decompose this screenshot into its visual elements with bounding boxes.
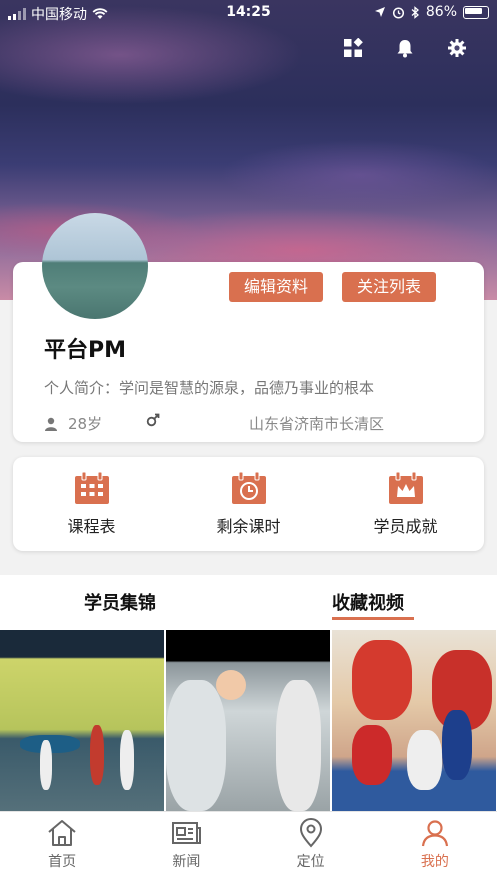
tabbar-label: 定位 [296,854,325,870]
tabbar-label: 我的 [420,854,449,870]
avatar[interactable] [42,213,148,319]
content-tabs: 学员集锦 收藏视频 [0,575,497,630]
location-icon [299,818,322,848]
alarm-icon [392,6,404,19]
bottom-tab-bar: 首页 新闻 定位 我的 [0,811,497,884]
battery-percent: 86% [425,4,457,20]
crown-calendar-icon [388,471,423,504]
active-tab-indicator [332,617,414,620]
tabbar-item-home[interactable]: 首页 [0,812,124,884]
battery-icon [463,5,489,19]
tabbar-label: 首页 [48,854,77,870]
tabbar-label: 新闻 [172,854,201,870]
age-value: 28岁 [68,415,103,433]
gear-icon[interactable] [447,38,467,58]
location-arrow-icon [374,7,385,17]
user-age: 28岁 [44,413,102,434]
video-thumbnail[interactable] [166,630,330,811]
menu-card: 课程表 剩余课时 学员成就 [13,457,484,551]
clock-calendar-icon [231,471,266,504]
tab-favorite-videos[interactable]: 收藏视频 [332,589,404,615]
apps-icon[interactable] [343,38,363,58]
menu-label: 剩余课时 [216,517,281,536]
video-thumbnail[interactable] [0,630,164,811]
video-thumbnail[interactable] [332,630,496,811]
user-icon [421,820,448,847]
calendar-icon [74,471,109,504]
user-gender [146,413,160,427]
bluetooth-icon [411,5,419,19]
bell-icon[interactable] [395,38,415,58]
user-name: 平台PM [44,338,127,363]
tabbar-item-mine[interactable]: 我的 [373,812,497,884]
male-icon [146,413,160,427]
user-location: 山东省济南市长清区 [249,415,385,433]
edit-profile-button[interactable]: 编辑资料 [229,272,323,302]
tab-student-highlights[interactable]: 学员集锦 [84,589,156,615]
tabbar-item-news[interactable]: 新闻 [124,812,248,884]
menu-item-achievements[interactable]: 学员成就 [327,457,484,551]
status-bar: 中国移动 14:25 86% [0,0,497,26]
menu-item-remaining-hours[interactable]: 剩余课时 [170,457,327,551]
user-bio: 个人简介：学问是智慧的源泉，品德乃事业的根本 [44,379,375,397]
menu-label: 学员成就 [373,517,438,536]
menu-item-schedule[interactable]: 课程表 [13,457,170,551]
news-icon [172,822,202,844]
header-actions [343,38,467,58]
menu-label: 课程表 [67,517,116,536]
person-icon [45,417,57,431]
tabbar-item-location[interactable]: 定位 [249,812,373,884]
follow-list-button[interactable]: 关注列表 [342,272,436,302]
home-icon [48,820,76,846]
video-grid [0,630,497,811]
